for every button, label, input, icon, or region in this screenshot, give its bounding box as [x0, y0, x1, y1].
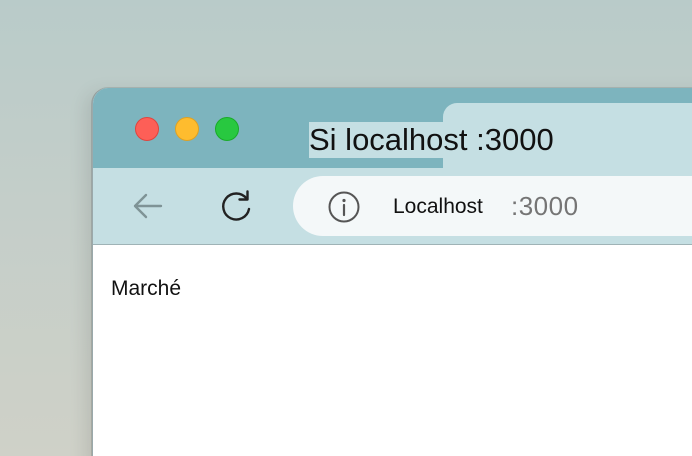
address-bar[interactable]: Localhost :3000	[293, 176, 692, 236]
minimize-window-button[interactable]	[175, 117, 199, 141]
browser-toolbar: Localhost :3000	[93, 168, 692, 245]
reload-button[interactable]	[218, 187, 256, 225]
tab-title: Si localhost :3000	[309, 122, 554, 158]
arrow-left-icon	[133, 193, 163, 219]
reload-icon	[222, 190, 251, 221]
close-window-button[interactable]	[135, 117, 159, 141]
url-host: Localhost	[393, 195, 483, 218]
browser-window: Si localhost :3000 Localhost :3000 March…	[92, 88, 692, 456]
page-text: Marché	[111, 277, 182, 300]
title-bar: Si localhost :3000	[93, 88, 692, 173]
info-icon	[328, 191, 360, 223]
back-button[interactable]	[129, 187, 167, 225]
site-info-button[interactable]	[327, 190, 361, 224]
url-port: :3000	[511, 191, 579, 221]
zoom-window-button[interactable]	[215, 117, 239, 141]
page-content: Marché	[93, 245, 692, 456]
